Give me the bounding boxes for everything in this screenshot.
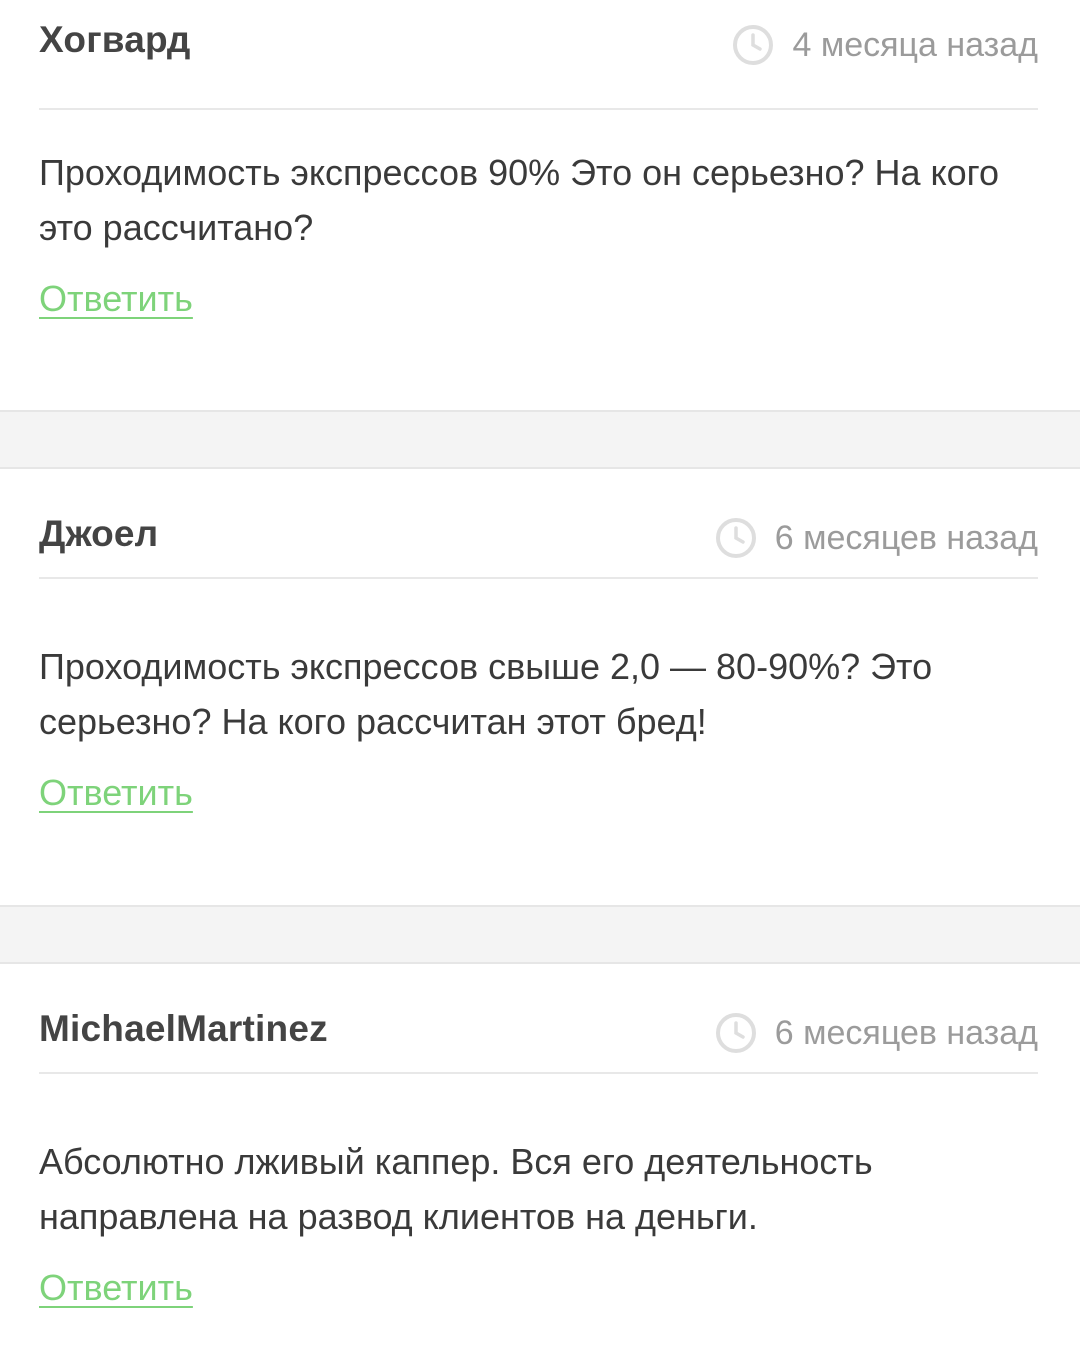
clock-icon (715, 1013, 756, 1053)
comment-time-label: 6 месяцев назад (774, 518, 1038, 557)
reply-link[interactable]: Ответить (39, 1267, 193, 1309)
comment-time: 6 месяцев назад (715, 517, 1038, 559)
comment-header: MichaelMartinez 6 месяцев назад (39, 964, 1038, 1074)
comment-card: Хогвард 4 месяца назад Проходимость эксп… (0, 0, 1080, 412)
comment-card: Джоел 6 месяцев назад Проходимость экспр… (0, 467, 1080, 907)
reply-link[interactable]: Ответить (39, 278, 193, 320)
comment-time: 4 месяца назад (732, 24, 1038, 66)
comment-time-label: 6 месяцев назад (774, 1013, 1038, 1052)
clock-icon (733, 25, 774, 65)
comment-header: Джоел 6 месяцев назад (39, 469, 1038, 579)
comment-text: Проходимость экспрессов 90% Это он серье… (39, 152, 1000, 248)
comment-author: Хогвард (39, 19, 191, 60)
comment-time: 6 месяцев назад (715, 1012, 1038, 1054)
comment-author: MichaelMartinez (39, 1008, 328, 1049)
comment-author: Джоел (39, 513, 159, 554)
reply-link[interactable]: Ответить (39, 772, 193, 814)
comment-time-label: 4 месяца назад (792, 25, 1038, 64)
comment-header: Хогвард 4 месяца назад (39, 0, 1038, 110)
comment-text: Абсолютно лживый каппер. Вся его деятель… (39, 1141, 873, 1237)
clock-icon (715, 518, 756, 558)
comment-text: Проходимость экспрессов свыше 2,0 — 80-9… (39, 646, 933, 742)
comment-card: MichaelMartinez 6 месяцев назад Абсолютн… (0, 962, 1080, 1370)
